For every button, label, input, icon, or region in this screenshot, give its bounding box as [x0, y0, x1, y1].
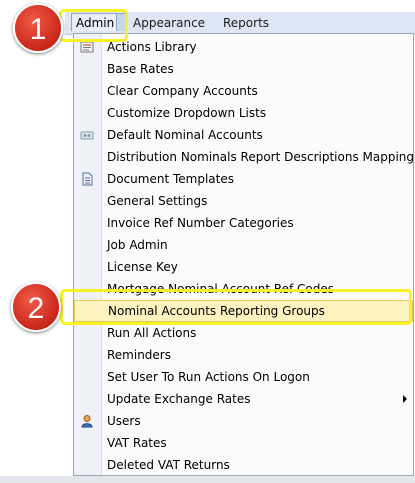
menu-item-users[interactable]: Users: [74, 410, 413, 432]
menu-item-clear-company-accounts[interactable]: Clear Company Accounts: [74, 80, 413, 102]
menu-item-customize-dropdown-lists[interactable]: Customize Dropdown Lists: [74, 102, 413, 124]
window-bottom-edge: [0, 476, 415, 483]
menu-item-label: License Key: [107, 260, 178, 274]
document-icon: [82, 172, 93, 186]
menu-item-update-exchange-rates[interactable]: Update Exchange Rates: [74, 388, 413, 410]
menu-item-label: Set User To Run Actions On Logon: [107, 370, 310, 384]
menu-item-label: Document Templates: [107, 172, 234, 186]
menu-item-label: Default Nominal Accounts: [107, 128, 263, 142]
nominal-accounts-icon: [80, 131, 94, 140]
menu-item-set-user-to-run-actions[interactable]: Set User To Run Actions On Logon: [74, 366, 413, 388]
menu-item-label: General Settings: [107, 194, 208, 208]
submenu-arrow-icon: [403, 395, 407, 403]
menu-item-license-key[interactable]: License Key: [74, 256, 413, 278]
menu-item-default-nominal-accounts[interactable]: Default Nominal Accounts: [74, 124, 413, 146]
menu-item-label: Update Exchange Rates: [107, 392, 251, 406]
menu-item-vat-rates[interactable]: VAT Rates: [74, 432, 413, 454]
menu-item-label: Invoice Ref Number Categories: [107, 216, 294, 230]
menu-item-label: Users: [107, 414, 141, 428]
menu-item-label: Job Admin: [107, 238, 168, 252]
admin-dropdown-menu: Actions Library Base Rates Clear Company…: [73, 33, 414, 476]
menu-item-reminders[interactable]: Reminders: [74, 344, 413, 366]
menu-item-label: VAT Rates: [107, 436, 167, 450]
menu-item-invoice-ref-number-categories[interactable]: Invoice Ref Number Categories: [74, 212, 413, 234]
step-1-badge: 1: [13, 3, 63, 53]
menu-appearance[interactable]: Appearance: [133, 15, 205, 31]
menu-item-deleted-vat-returns[interactable]: Deleted VAT Returns: [74, 454, 413, 476]
step-2-badge: 2: [11, 282, 61, 332]
actions-library-icon: [80, 41, 94, 53]
menu-item-label: Customize Dropdown Lists: [107, 106, 267, 120]
users-icon: [81, 415, 93, 428]
menu-item-label: Run All Actions: [107, 326, 197, 340]
menu-item-run-all-actions[interactable]: Run All Actions: [74, 322, 413, 344]
menu-item-label: Base Rates: [107, 62, 174, 76]
callout-highlight-admin: [59, 9, 128, 42]
callout-highlight-nominal-groups: [60, 289, 412, 325]
menu-item-general-settings[interactable]: General Settings: [74, 190, 413, 212]
menu-item-label: Distribution Nominals Report Description…: [107, 150, 415, 164]
menu-item-job-admin[interactable]: Job Admin: [74, 234, 413, 256]
menu-item-label: Clear Company Accounts: [107, 84, 258, 98]
menu-item-distribution-nominals-report[interactable]: Distribution Nominals Report Description…: [74, 146, 415, 168]
menu-item-label: Reminders: [107, 348, 171, 362]
menu-item-base-rates[interactable]: Base Rates: [74, 58, 413, 80]
menu-item-document-templates[interactable]: Document Templates: [74, 168, 413, 190]
menu-reports[interactable]: Reports: [223, 15, 269, 31]
menu-item-label: Deleted VAT Returns: [107, 458, 230, 472]
